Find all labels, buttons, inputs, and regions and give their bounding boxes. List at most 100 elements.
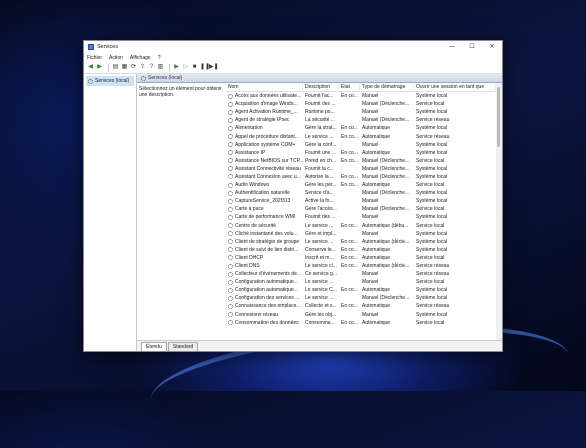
refresh-icon[interactable]: ⟳ xyxy=(130,64,137,71)
cell-state: En co... xyxy=(341,246,358,253)
restart-icon[interactable]: ▶❚ xyxy=(209,64,219,71)
table-row[interactable]: Assistant Connexion avec u... Autorise la… xyxy=(226,173,496,181)
cell-logon-as: Système local xyxy=(416,238,448,245)
tab-standard[interactable]: Standard xyxy=(167,342,199,351)
properties-icon[interactable]: ▦ xyxy=(121,64,128,71)
back-icon[interactable]: ◀ xyxy=(87,64,94,71)
menu-action[interactable]: Action xyxy=(109,55,123,61)
close-button[interactable]: ✕ xyxy=(482,41,502,53)
table-row[interactable]: Configuration des services ... Le service… xyxy=(226,294,496,302)
table-row[interactable]: Client de stratégie de groupe Le service … xyxy=(226,238,496,246)
cell-startup-type: Manuel xyxy=(362,279,379,286)
cell-description: Le service ... xyxy=(305,238,334,245)
service-name: Assistance IP xyxy=(235,149,266,156)
menu-help[interactable]: ? xyxy=(158,55,161,61)
column-header-startup-type[interactable]: Type de démarrage xyxy=(360,84,414,90)
cell-name: Assistant Connexion avec u... xyxy=(226,174,303,180)
minimize-button[interactable]: — xyxy=(442,41,462,53)
table-row[interactable]: CaptureService_202f313 Active la fo... Man… xyxy=(226,197,496,205)
cell-logon-as: Service réseau xyxy=(416,263,450,270)
column-header-state[interactable]: État xyxy=(339,84,360,90)
table-row[interactable]: Appel de procédure distant... Le service … xyxy=(226,132,496,140)
help-icon[interactable]: ? xyxy=(148,64,155,71)
cell-name: Agent Activation Runtime_... xyxy=(226,109,303,115)
console-tree-icon[interactable]: ▤ xyxy=(112,64,119,71)
service-name: Agent Activation Runtime_... xyxy=(235,109,298,116)
service-name: Agent de stratégie IPsec xyxy=(235,117,290,124)
cell-description: Le service ... xyxy=(305,222,334,229)
table-row[interactable]: Configuration automatique... Le service C… xyxy=(226,286,496,294)
cell-description: Collecte et s... xyxy=(305,303,337,310)
table-row[interactable]: Cliché instantané des volu... Gère et imp… xyxy=(226,230,496,238)
cell-state: En co... xyxy=(341,287,358,294)
table-row[interactable]: Application système COM+ Gère la conf... M… xyxy=(226,141,496,149)
gear-icon xyxy=(228,271,233,277)
table-row[interactable]: Assistance IP Fournit une ... En co... Auto… xyxy=(226,149,496,157)
cell-state: En co... xyxy=(341,125,358,132)
pause-icon[interactable]: ❚❚ xyxy=(200,64,210,71)
table-row[interactable]: Configuration automatique... Le service .… xyxy=(226,278,496,286)
gear-icon xyxy=(228,231,233,237)
cell-name: Assistance IP xyxy=(226,150,303,156)
cell-name: Authentification naturelle xyxy=(226,190,303,196)
table-row[interactable]: Carte à puce Gère l'accès... Manuel (Décle… xyxy=(226,205,496,213)
column-header-name[interactable]: Nom xyxy=(226,84,303,90)
table-row[interactable]: Client de suivi de lien distri... Conserv… xyxy=(226,246,496,254)
table-row[interactable]: Agent Activation Runtime_... Runtime po..… xyxy=(226,108,496,116)
list-header: Nom Description État Type de démarrage O… xyxy=(226,83,496,92)
cell-logon-as: Système local xyxy=(416,198,448,205)
cell-state: En co... xyxy=(341,254,358,261)
cell-logon-as: Système local xyxy=(416,125,448,132)
cell-logon-as: Système local xyxy=(416,190,448,197)
vertical-scrollbar[interactable] xyxy=(496,83,502,340)
column-header-logon-as[interactable]: Ouvrir une session en tant que xyxy=(414,84,496,90)
table-row[interactable]: Carte de performance WMI Fournit des ... M… xyxy=(226,213,496,221)
table-row[interactable]: Audio Windows Gère les pér... En co... Auto… xyxy=(226,181,496,189)
start-outline-icon[interactable]: ▷ xyxy=(182,64,189,71)
start-icon[interactable]: ▶ xyxy=(173,64,180,71)
forward-icon[interactable]: ▶ xyxy=(96,64,103,71)
table-row[interactable]: Connexions réseau Gère les obj... Manuel Sy… xyxy=(226,311,496,319)
service-name: Assistance NetBIOS sur TCP... xyxy=(235,157,303,164)
cell-name: Client de suivi de lien distri... xyxy=(226,247,303,253)
table-row[interactable]: Connaissance des emplace... Collecte et s… xyxy=(226,302,496,310)
view-icon[interactable]: ▥ xyxy=(157,64,164,71)
maximize-button[interactable]: ☐ xyxy=(462,41,482,53)
gear-icon xyxy=(228,182,233,188)
scrollbar-thumb[interactable] xyxy=(497,87,500,147)
table-row[interactable]: Agent de stratégie IPsec La sécurité ... M… xyxy=(226,116,496,124)
gear-icon xyxy=(88,78,93,84)
table-row[interactable]: Assistant Connectivité réseau Fournit la … xyxy=(226,165,496,173)
table-row[interactable]: Authentification naturelle Service d'a...… xyxy=(226,189,496,197)
tab-etendu[interactable]: Étendu xyxy=(141,342,167,351)
tree-item-services-local[interactable]: Services (local) xyxy=(86,76,134,86)
cell-name: Assistant Connectivité réseau xyxy=(226,166,303,172)
cell-description: Consomma... xyxy=(305,319,335,326)
table-row[interactable]: Centre de sécurité Le service ... En co...… xyxy=(226,222,496,230)
gear-icon xyxy=(228,198,233,204)
cell-logon-as: Système local xyxy=(416,230,448,237)
menu-affichage[interactable]: Affichage xyxy=(130,55,151,61)
menu-fichier[interactable]: Fichier xyxy=(87,55,102,61)
cell-name: Connexions réseau xyxy=(226,312,303,318)
column-header-description[interactable]: Description xyxy=(303,84,339,90)
cell-name: Connaissance des emplace... xyxy=(226,303,303,309)
table-row[interactable]: Collecteur d'événements de... Ce service … xyxy=(226,270,496,278)
gear-icon xyxy=(228,93,233,99)
cell-startup-type: Manuel xyxy=(362,311,379,318)
cell-description: Fournit la c... xyxy=(305,165,334,172)
table-row[interactable]: Assistance NetBIOS sur TCP... Prend en ch… xyxy=(226,157,496,165)
cell-name: Client DHCP xyxy=(226,255,303,261)
table-row[interactable]: Consommation des données Consomma... En co… xyxy=(226,319,496,327)
gear-icon xyxy=(228,125,233,131)
stop-icon[interactable]: ■ xyxy=(191,64,198,71)
cell-name: Accès aux données utilisate... xyxy=(226,93,303,99)
table-row[interactable]: Client DNS Le service cl... En co... Automa… xyxy=(226,262,496,270)
table-row[interactable]: Accès aux données utilisate... Fournit l'… xyxy=(226,92,496,100)
cell-description: La sécurité ... xyxy=(305,117,336,124)
table-row[interactable]: Alimentation Gère la strat... En co... Auto… xyxy=(226,124,496,132)
export-icon[interactable]: ⇪ xyxy=(139,64,146,71)
table-row[interactable]: Acquisition d'image Windo... Fournit des … xyxy=(226,100,496,108)
cell-logon-as: Service local xyxy=(416,222,445,229)
table-row[interactable]: Client DHCP Inscrit et m... En co... Automa… xyxy=(226,254,496,262)
